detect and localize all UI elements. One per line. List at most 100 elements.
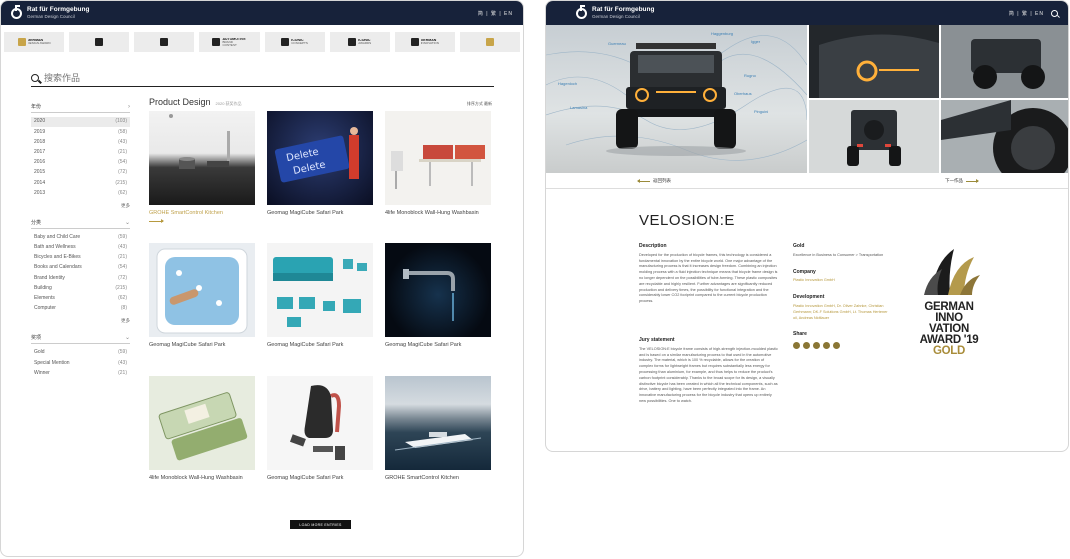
filter-item-label: Special Mention — [34, 359, 70, 366]
filter-year-header[interactable]: 年份 › — [31, 101, 130, 113]
filter-item-count: (215) — [115, 179, 127, 186]
detail-window: Rat für Formgebung German Design Council… — [545, 0, 1069, 452]
result-card[interactable]: Geomag MagiCube Safari Park — [267, 243, 373, 348]
filter-category-header[interactable]: 分类 ⌄ — [31, 217, 130, 229]
filter-category-item[interactable]: Computer (8) — [31, 304, 130, 314]
linkedin-icon[interactable] — [813, 342, 820, 350]
company-heading: Company — [793, 268, 816, 275]
filter-category-item[interactable]: Brand Identity (72) — [31, 273, 130, 283]
office-desk-image — [391, 145, 485, 189]
filter-year-item[interactable]: 2018 (43) — [31, 137, 130, 147]
gallery-thumbnail[interactable] — [809, 25, 939, 98]
award-tab-5[interactable]: ICONIC AWARDS — [329, 32, 390, 52]
result-card[interactable]: Delete Delete Geomag MagiCube Safari Park — [267, 111, 373, 216]
award-tab-1[interactable] — [69, 32, 130, 52]
award-tab-6[interactable]: GERMAN INNOVATION — [394, 32, 455, 52]
result-caption: 4life Monoblock Wall-Hung Washbasin — [385, 210, 479, 216]
award-tab-0[interactable]: GERMAN DESIGN AWARD — [4, 32, 65, 52]
search-icon[interactable] — [31, 73, 39, 82]
filter-item-label: 2019 — [34, 128, 46, 135]
filter-prize-item[interactable]: Winner (21) — [31, 368, 130, 378]
filter-category-item[interactable]: Bicycles and E-Bikes (21) — [31, 253, 130, 263]
filter-year-label: 年份 — [31, 104, 42, 110]
filter-year-item[interactable]: 2016 (54) — [31, 158, 130, 168]
gallery-thumbnail[interactable] — [941, 100, 1068, 173]
logo[interactable]: Rat für Formgebung German Design Council — [11, 4, 89, 20]
pinterest-icon[interactable] — [823, 342, 830, 350]
image-gallery: Guerneau Haggenburg Igger Rugno Hagenloc… — [546, 25, 1068, 173]
result-thumbnail — [267, 243, 373, 337]
filter-category-item[interactable]: Building (215) — [31, 283, 130, 293]
logo-subtitle: German Design Council — [27, 14, 75, 19]
search-icon[interactable] — [1051, 9, 1058, 17]
sort-dropdown[interactable]: 排序方式 最新 — [467, 101, 492, 107]
filter-prize-header[interactable]: 奖项 ⌄ — [31, 332, 130, 344]
filter-year-item[interactable]: 2014 (215) — [31, 178, 130, 188]
filter-year-item[interactable]: 2013 (62) — [31, 188, 130, 198]
award-logo-icon — [348, 38, 357, 46]
search-input[interactable] — [44, 72, 444, 83]
filter-item-count: (59) — [118, 233, 127, 240]
result-card[interactable]: GROHE SmartControl Kitchen — [385, 376, 491, 481]
filter-year-item[interactable]: 2017 (21) — [31, 148, 130, 158]
filter-item-count: (62) — [118, 295, 127, 302]
map-label: Haggenburg — [711, 31, 734, 36]
filter-year-item[interactable]: 2019 (58) — [31, 127, 130, 137]
filter-year-item[interactable]: 2020 (103) — [31, 117, 130, 128]
result-card[interactable]: Geomag MagiCube Safari Park — [385, 243, 491, 348]
result-card[interactable]: 4life Monoblock Wall-Hung Washbasin — [385, 111, 491, 216]
twitter-icon[interactable] — [803, 342, 810, 350]
development-text: Plastic Innovation GmbH, Dr. Oliver Zahn… — [793, 303, 888, 320]
result-card[interactable]: GROHE SmartControl Kitchen — [149, 111, 255, 223]
back-to-list-link[interactable]: 返回列表 — [637, 178, 671, 184]
packaging-image — [158, 392, 248, 461]
filter-item-label: 2017 — [34, 148, 46, 155]
award-tab-3[interactable]: AUTOMOTIVE BRAND CONTEST — [199, 32, 260, 52]
filter-prize-item[interactable]: Gold (59) — [31, 348, 130, 358]
filter-category-item[interactable]: Books and Calendars (54) — [31, 263, 130, 273]
filter-category-more-link[interactable]: 更多 — [31, 318, 130, 324]
filter-item-count: (54) — [118, 264, 127, 271]
filter-item-count: (58) — [118, 128, 127, 135]
award-tab-7[interactable] — [459, 32, 520, 52]
vehicle-side-image — [941, 25, 1068, 98]
tire-closeup-image — [941, 100, 1068, 173]
filter-category-item[interactable]: Elements (62) — [31, 294, 130, 304]
filter-item-count: (21) — [118, 369, 127, 376]
email-icon[interactable] — [833, 342, 840, 350]
filter-item-count: (43) — [118, 138, 127, 145]
result-caption: Geomag MagiCube Safari Park — [385, 342, 462, 348]
filter-category-item[interactable]: Bath and Wellness (43) — [31, 243, 130, 253]
result-caption: Geomag MagiCube Safari Park — [267, 475, 344, 481]
delete-sign-image: DeleteDelete — [274, 127, 359, 183]
result-card[interactable]: Geomag MagiCube Safari Park — [267, 376, 373, 481]
company-link[interactable]: Plastic Innovation GmbH — [793, 278, 893, 284]
filter-prize-item[interactable]: Special Mention (43) — [31, 358, 130, 368]
result-thumbnail — [149, 111, 255, 205]
results-subtitle: 2020 获奖作品 — [215, 101, 242, 106]
gold-heading: Gold — [793, 243, 805, 249]
facebook-icon[interactable] — [793, 342, 800, 350]
filter-year-item[interactable]: 2015 (72) — [31, 168, 130, 178]
gallery-thumbnail[interactable] — [809, 100, 939, 173]
result-caption: 4life Monoblock Wall-Hung Washbasin — [149, 475, 243, 481]
result-card[interactable]: Geomag MagiCube Safari Park — [149, 243, 255, 348]
seat-image — [289, 385, 345, 460]
filter-category-item[interactable]: Baby and Child Care (59) — [31, 233, 130, 243]
result-card[interactable]: 4life Monoblock Wall-Hung Washbasin — [149, 376, 255, 481]
back-label: 返回列表 — [653, 178, 671, 183]
next-item-link[interactable]: 下一作品 — [945, 178, 979, 184]
award-logo-icon — [281, 38, 290, 46]
award-tab-4[interactable]: ICONIC CONCEPTS — [264, 32, 325, 52]
load-more-button[interactable]: LOAD MORE ENTRIES — [290, 520, 351, 529]
logo[interactable]: Rat für Formgebung German Design Council — [576, 4, 654, 20]
gallery-main-image[interactable]: Guerneau Haggenburg Igger Rugno Hagenloc… — [546, 25, 807, 173]
language-switcher[interactable]: 简 | 繁 | EN — [478, 10, 513, 17]
award-tab-2[interactable] — [134, 32, 195, 52]
language-links[interactable]: 简 | 繁 | EN — [1009, 10, 1044, 17]
language-switcher[interactable]: 简 | 繁 | EN — [1009, 9, 1058, 17]
filter-item-count: (215) — [115, 284, 127, 291]
gallery-thumbnail[interactable] — [941, 25, 1068, 98]
filter-year-more-link[interactable]: 更多 — [31, 203, 130, 209]
boat-image — [394, 432, 482, 451]
